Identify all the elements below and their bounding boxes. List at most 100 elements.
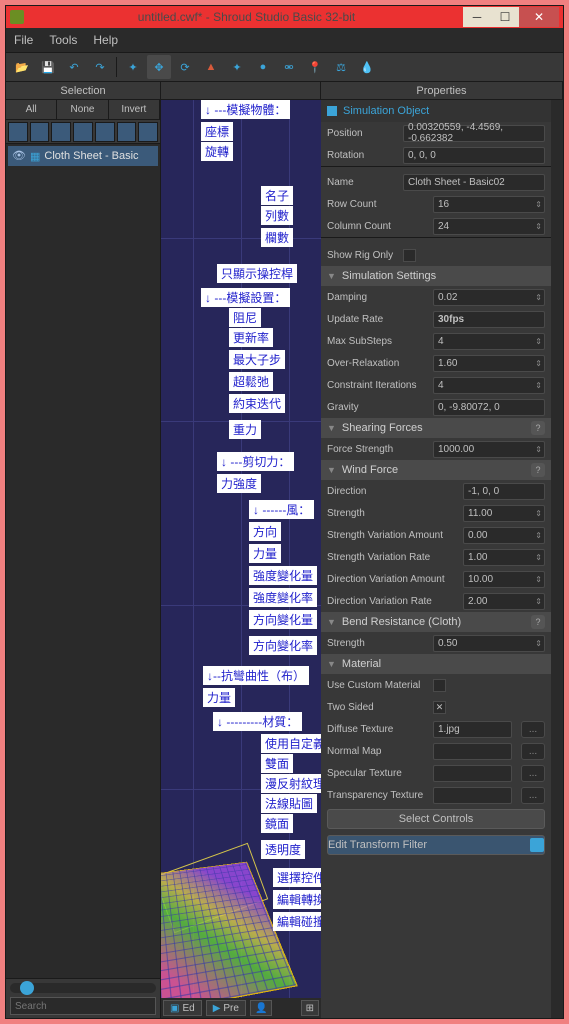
scale-icon[interactable]: ▲ xyxy=(199,55,223,79)
chevron-down-icon: ▼ xyxy=(327,659,336,669)
balance-icon[interactable]: ⚖ xyxy=(329,55,353,79)
close-button[interactable]: ✕ xyxy=(519,7,559,27)
rotate-icon[interactable]: ⟳ xyxy=(173,55,197,79)
vp-expand[interactable]: ⊞ xyxy=(301,1000,319,1016)
tab-invert[interactable]: Invert xyxy=(109,100,160,119)
name-field[interactable]: Cloth Sheet - Basic02 xyxy=(403,174,545,191)
drop-icon[interactable]: 💧 xyxy=(355,55,379,79)
wind-sva-field[interactable]: 0.00 xyxy=(463,527,545,544)
properties-panel: Simulation Object Position0.00320559, -4… xyxy=(321,100,551,1018)
trans-field[interactable] xyxy=(433,787,512,804)
sel-tool-6[interactable] xyxy=(117,122,137,142)
rig-checkbox[interactable] xyxy=(403,249,416,262)
redo-icon[interactable]: ↷ xyxy=(88,55,112,79)
sel-tool-7[interactable] xyxy=(138,122,158,142)
pin-icon[interactable]: 📍 xyxy=(303,55,327,79)
bend-str-field[interactable]: 0.50 xyxy=(433,635,545,652)
tab-all[interactable]: All xyxy=(6,100,57,119)
spec-browse[interactable]: ... xyxy=(521,765,545,782)
wind-dir-field[interactable]: -1, 0, 0 xyxy=(463,483,545,500)
sub-label: Max SubSteps xyxy=(327,336,427,347)
vp-mode-ed[interactable]: ▣Ed xyxy=(163,1000,202,1016)
grav-field[interactable]: 0, -9.80072, 0 xyxy=(433,399,545,416)
sel-tool-4[interactable] xyxy=(73,122,93,142)
chevron-down-icon: ▼ xyxy=(327,423,336,433)
diff-browse[interactable]: ... xyxy=(521,721,545,738)
wind-header[interactable]: ▼Wind Force? xyxy=(321,460,551,480)
anno-position: 座標 xyxy=(201,122,233,141)
viewport[interactable]: ↓ ---模擬物體： 座標 旋轉 名子 列數 欄數 只顯示操控桿 ↓ ---模擬… xyxy=(161,100,321,1018)
search-input[interactable] xyxy=(10,997,156,1015)
anno-shear: ↓ ---剪切力： xyxy=(217,452,294,471)
sphere-icon[interactable]: ● xyxy=(251,55,275,79)
anno-direction: 方向 xyxy=(249,522,281,541)
name-label: Name xyxy=(327,177,397,188)
shear-header[interactable]: ▼Shearing Forces? xyxy=(321,418,551,438)
filter-icon xyxy=(530,838,544,852)
sel-tool-1[interactable] xyxy=(8,122,28,142)
tab-none[interactable]: None xyxy=(57,100,108,119)
wind-dva-field[interactable]: 10.00 xyxy=(463,571,545,588)
grav-label: Gravity xyxy=(327,402,427,413)
two-checkbox[interactable]: ✕ xyxy=(433,701,446,714)
anno-gravity: 重力 xyxy=(229,420,261,439)
menu-file[interactable]: File xyxy=(14,33,33,47)
custom-checkbox[interactable] xyxy=(433,679,446,692)
menu-help[interactable]: Help xyxy=(93,33,118,47)
sel-tool-5[interactable] xyxy=(95,122,115,142)
update-field[interactable]: 30fps xyxy=(433,311,545,328)
scrollbar[interactable] xyxy=(551,100,563,1018)
help-icon[interactable]: ? xyxy=(531,463,545,477)
vp-mode-run[interactable]: 👤 xyxy=(250,1000,272,1016)
diff-field[interactable]: 1.jpg xyxy=(433,721,512,738)
save-icon[interactable]: 💾 xyxy=(36,55,60,79)
select-icon[interactable]: ✦ xyxy=(121,55,145,79)
move-icon[interactable]: ✥ xyxy=(147,55,171,79)
rotation-field[interactable]: 0, 0, 0 xyxy=(403,147,545,164)
row-field[interactable]: 16 xyxy=(433,196,545,213)
sim-settings-header[interactable]: ▼Simulation Settings xyxy=(321,266,551,286)
sim-object-header[interactable]: Simulation Object xyxy=(321,100,551,122)
undo-icon[interactable]: ↶ xyxy=(62,55,86,79)
bend-header[interactable]: ▼Bend Resistance (Cloth)? xyxy=(321,612,551,632)
norm-browse[interactable]: ... xyxy=(521,743,545,760)
anno-diffuse: 漫反射紋理 xyxy=(261,774,321,793)
maximize-button[interactable]: ☐ xyxy=(491,7,519,27)
visibility-icon[interactable]: 👁 xyxy=(12,149,26,163)
trans-label: Transparency Texture xyxy=(327,790,427,801)
position-field[interactable]: 0.00320559, -4.4569, -0.662382 xyxy=(403,125,545,142)
over-field[interactable]: 1.60 xyxy=(433,355,545,372)
open-icon[interactable]: 📂 xyxy=(10,55,34,79)
anno-str-var-rate: 強度變化率 xyxy=(249,588,317,607)
timeline-slider[interactable] xyxy=(10,983,156,993)
con-field[interactable]: 4 xyxy=(433,377,545,394)
add-icon[interactable]: ✦ xyxy=(225,55,249,79)
select-controls-button[interactable]: Select Controls xyxy=(327,809,545,829)
wind-str-field[interactable]: 11.00 xyxy=(463,505,545,522)
material-header[interactable]: ▼Material xyxy=(321,654,551,674)
trans-browse[interactable]: ... xyxy=(521,787,545,804)
edit-transform-button[interactable]: Edit Transform Filter xyxy=(327,835,545,855)
anno-strength: 力量 xyxy=(249,544,281,563)
minimize-button[interactable]: ─ xyxy=(463,7,491,27)
wind-dvr-field[interactable]: 2.00 xyxy=(463,593,545,610)
help-icon[interactable]: ? xyxy=(531,615,545,629)
sub-field[interactable]: 4 xyxy=(433,333,545,350)
damping-field[interactable]: 0.02 xyxy=(433,289,545,306)
anno-two-sided: 雙面 xyxy=(261,754,293,773)
help-icon[interactable]: ? xyxy=(531,421,545,435)
spec-field[interactable] xyxy=(433,765,512,782)
col-field[interactable]: 24 xyxy=(433,218,545,235)
sel-tool-2[interactable] xyxy=(30,122,50,142)
wind-svr-field[interactable]: 1.00 xyxy=(463,549,545,566)
object-icon xyxy=(327,106,337,116)
chevron-down-icon: ▼ xyxy=(327,617,336,627)
list-item[interactable]: 👁 ▦ Cloth Sheet - Basic xyxy=(8,146,158,166)
force-field[interactable]: 1000.00 xyxy=(433,441,545,458)
sel-tool-3[interactable] xyxy=(51,122,71,142)
menu-tools[interactable]: Tools xyxy=(49,33,77,47)
link-icon[interactable]: ⚮ xyxy=(277,55,301,79)
anno-update: 更新率 xyxy=(229,328,273,347)
vp-mode-pre[interactable]: ▶Pre xyxy=(206,1000,246,1016)
norm-field[interactable] xyxy=(433,743,512,760)
